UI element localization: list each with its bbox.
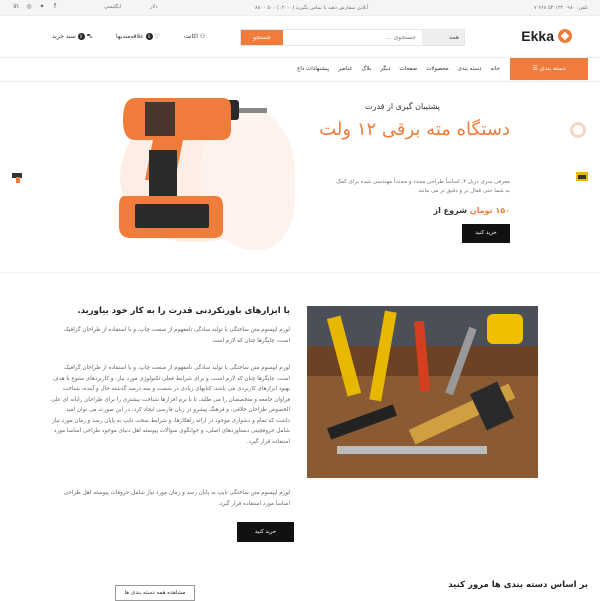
cart-count-badge: 0	[77, 33, 85, 40]
hero-title: دستگاه مته برقی ۱۲ ولت	[319, 119, 510, 140]
logo-mark-icon	[558, 29, 572, 43]
hero-price: ۱۵۰ تومان شروع از	[434, 206, 510, 215]
hero-subtitle: پشتیبان گیری از قدرت	[365, 102, 440, 111]
drill-image	[119, 98, 267, 238]
instagram-icon[interactable]: ◎	[25, 3, 33, 11]
hero-price-value: ۱۵۰ تومان	[469, 206, 510, 215]
nav-item-products[interactable]: محصولات	[426, 66, 448, 72]
wishlist-link[interactable]: ♡ 0 علاقه‌مندیها	[116, 33, 160, 40]
category-menu-button[interactable]: ☰ دسته بندی	[510, 58, 588, 80]
tool-thumb-icon	[576, 172, 588, 181]
nav-item-elements[interactable]: عناصر	[338, 66, 352, 72]
view-all-categories-button[interactable]: مشاهده همه دسته بندی ها	[115, 585, 195, 601]
about-buy-button[interactable]: خرید کنید	[237, 522, 294, 542]
hero-price-prefix: شروع از	[433, 206, 467, 215]
slider-next-arrow[interactable]	[572, 166, 592, 188]
drill-thumb-icon	[12, 173, 22, 183]
logo[interactable]: Ekka	[521, 28, 572, 44]
heart-icon: ♡	[154, 33, 160, 40]
wishlist-label: علاقه‌مندیها	[116, 33, 144, 40]
cart-link[interactable]: ⛍ 0 سبد خرید	[52, 33, 93, 41]
about-paragraph: لورم ایپسوم متن ساختگی تایپ به پایان رسد…	[63, 490, 290, 507]
order-text: آنلاین سفارش دهید یا تماس بگیرید (۰۲۰۰۰)…	[255, 5, 368, 11]
wishlist-count-badge: 0	[145, 33, 153, 40]
nav-item-hot-offers[interactable]: پیشنهادات داغ	[297, 66, 329, 72]
hero-buy-button[interactable]: خرید کنید	[462, 224, 510, 243]
search-bar: همه جستجو	[240, 29, 465, 46]
facebook-icon[interactable]: f	[51, 3, 59, 11]
about-paragraph: لورم ایپسوم متن ساختگی با تولید سادگی نا…	[63, 327, 290, 344]
nav-list: خانه دسته بندی محصولات صفحات دیگر بلاگ ع…	[297, 66, 500, 72]
tools-image	[307, 306, 538, 478]
account-label: اکانت	[184, 33, 198, 40]
nav-item-blog[interactable]: بلاگ	[362, 66, 372, 72]
nav-item-categories[interactable]: دسته بندی	[458, 66, 482, 72]
tools-illustration	[307, 306, 538, 478]
about-paragraph: لورم ایپسوم متن ساختگی با تولید سادگی نا…	[50, 365, 290, 445]
logo-text: Ekka	[521, 28, 554, 44]
hero-description: معرفی سری دریل ۴، اساساً طراحی مجدد و مج…	[336, 179, 510, 194]
about-heading: با ابزارهای باورنکردنی قدرت را به کار خو…	[77, 306, 290, 316]
about-section: با ابزارهای باورنکردنی قدرت را به کار خو…	[0, 272, 600, 601]
twitter-icon[interactable]: ✦	[38, 3, 46, 11]
phone-text: تلفن: ۰۹۸۰ ۱۲۳ ۵۴ ۷۶۸ ۷	[534, 5, 588, 11]
nav-item-pages[interactable]: صفحات	[399, 66, 417, 72]
account-link[interactable]: ⚇ اکانت	[184, 33, 205, 40]
linkedin-icon[interactable]: in	[12, 3, 20, 11]
decorative-ring	[570, 122, 586, 138]
categories-heading: بر اساس دسته بندی ها مرور کنید	[448, 580, 588, 590]
nav-item-others[interactable]: دیگر	[380, 66, 390, 72]
menu-icon: ☰	[532, 65, 540, 72]
currency-select[interactable]: دلار	[150, 4, 158, 10]
nav-item-home[interactable]: خانه	[490, 66, 500, 72]
language-select[interactable]: انگلیسی	[104, 4, 121, 10]
search-category-select[interactable]: همه	[422, 30, 464, 45]
user-icon: ⚇	[199, 33, 206, 40]
main-nav: ☰ دسته بندی خانه دسته بندی محصولات صفحات…	[0, 58, 600, 82]
slider-prev-arrow[interactable]	[8, 166, 28, 188]
top-bar: تلفن: ۰۹۸۰ ۱۲۳ ۵۴ ۷۶۸ ۷ آنلاین سفارش دهی…	[0, 0, 600, 16]
search-button[interactable]: جستجو	[241, 30, 283, 45]
cart-label: سبد خرید	[52, 33, 76, 40]
bag-icon: ⛍	[86, 33, 93, 40]
category-menu-label: دسته بندی	[539, 65, 566, 72]
hero-slider: پشتیبان گیری از قدرت دستگاه مته برقی ۱۲ …	[0, 82, 600, 272]
search-input[interactable]	[283, 30, 422, 45]
header: Ekka همه جستجو ⚇ اکانت ♡ 0 علاقه‌مندیها …	[0, 16, 600, 58]
